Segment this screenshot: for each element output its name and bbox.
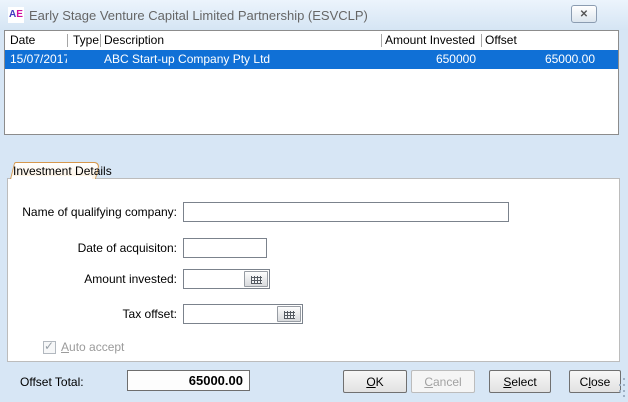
cell-type [67, 50, 100, 69]
cell-date: 15/07/2017 [5, 50, 67, 69]
date-of-acquisition-input[interactable] [183, 238, 267, 258]
cancel-button: Cancel [411, 370, 475, 393]
column-header-offset: Offset [481, 31, 601, 50]
column-header-description: Description [100, 31, 381, 50]
ok-button[interactable]: OK [343, 370, 407, 393]
close-icon: ✕ [580, 9, 588, 20]
table-header-row: Date Type Description Amount Invested Of… [5, 31, 618, 50]
window-title: Early Stage Venture Capital Limited Part… [29, 8, 368, 23]
ae-icon-letter-e: E [16, 9, 23, 20]
checkmark-icon: ✓ [44, 339, 54, 353]
cell-amount-invested: 650000 [381, 50, 481, 69]
amount-invested-calculator-button[interactable] [244, 271, 268, 287]
cell-offset: 65000.00 [481, 50, 601, 69]
column-header-filler [601, 31, 618, 50]
calculator-keypad-icon [251, 276, 262, 284]
titlebar: AE Early Stage Venture Capital Limited P… [0, 0, 628, 30]
label-name-of-qualifying-company: Name of qualifying company: [20, 205, 177, 219]
calculator-keypad-icon [284, 311, 295, 319]
column-header-date: Date [5, 31, 67, 50]
label-tax-offset: Tax offset: [20, 307, 177, 321]
offset-total-label: Offset Total: [20, 375, 84, 389]
resize-grip[interactable] [618, 378, 626, 398]
label-amount-invested: Amount invested: [20, 272, 177, 286]
column-header-amount-invested: Amount Invested [381, 31, 481, 50]
offset-total-value: 65000.00 [127, 370, 250, 391]
cell-description: ABC Start-up Company Pty Ltd [100, 50, 381, 69]
label-date-of-acquisition: Date of acquisiton: [20, 241, 177, 255]
select-button[interactable]: Select [489, 370, 551, 393]
ae-app-icon: AE [8, 7, 24, 23]
auto-accept-label: Auto accept [61, 340, 124, 354]
auto-accept-checkbox: ✓ [43, 341, 56, 354]
table-row-selected[interactable]: 15/07/2017 ABC Start-up Company Pty Ltd … [5, 50, 618, 69]
investments-table: Date Type Description Amount Invested Of… [4, 30, 619, 135]
name-of-qualifying-company-input[interactable] [183, 202, 509, 222]
close-button[interactable]: Close [569, 370, 621, 393]
esvclp-dialog: AE Early Stage Venture Capital Limited P… [0, 0, 628, 402]
tax-offset-calculator-button[interactable] [277, 306, 301, 322]
window-close-button[interactable]: ✕ [571, 5, 597, 23]
column-header-type: Type [67, 31, 100, 50]
